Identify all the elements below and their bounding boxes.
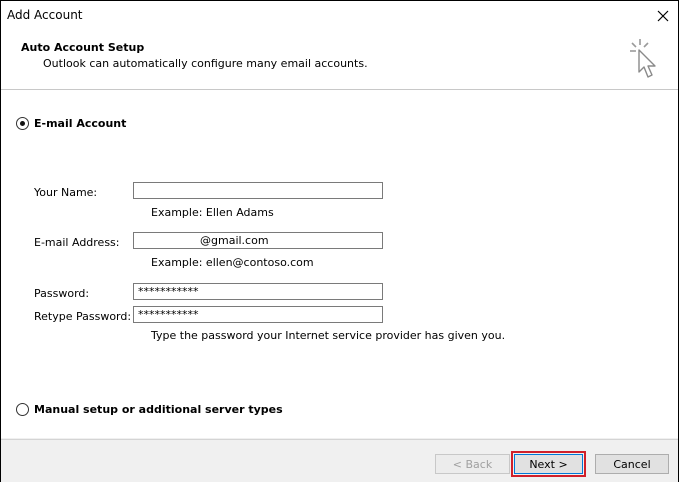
- close-button[interactable]: [648, 1, 678, 31]
- email-account-label: E-mail Account: [34, 117, 127, 130]
- retype-password-label: Retype Password:: [34, 310, 132, 323]
- manual-setup-label: Manual setup or additional server types: [34, 403, 283, 416]
- cursor-click-icon: [630, 39, 656, 78]
- your-name-label: Your Name:: [34, 186, 98, 199]
- password-label: Password:: [34, 287, 90, 300]
- retype-password-input[interactable]: ***********: [133, 306, 383, 323]
- manual-setup-option[interactable]: Manual setup or additional server types: [16, 403, 283, 416]
- header-title: Auto Account Setup: [21, 41, 145, 54]
- title-bar: Add Account: [1, 1, 678, 31]
- password-input[interactable]: ***********: [133, 283, 383, 300]
- your-name-input[interactable]: [133, 182, 383, 199]
- cancel-button[interactable]: Cancel: [595, 454, 669, 474]
- add-account-dialog: Add Account Auto Account Setup Outlook c…: [0, 0, 679, 482]
- manual-setup-radio[interactable]: [16, 403, 29, 416]
- email-account-radio[interactable]: [16, 117, 29, 130]
- email-account-option[interactable]: E-mail Account: [16, 117, 126, 130]
- password-hint: Type the password your Internet service …: [151, 329, 506, 342]
- your-name-hint: Example: Ellen Adams: [151, 206, 274, 219]
- email-address-input[interactable]: @gmail.com: [133, 232, 383, 249]
- back-button[interactable]: < Back: [435, 454, 510, 474]
- close-icon: [657, 10, 669, 22]
- wizard-content: E-mail Account Your Name: Example: Ellen…: [1, 90, 678, 438]
- header-subtitle: Outlook can automatically configure many…: [43, 57, 368, 70]
- email-address-hint: Example: ellen@contoso.com: [151, 256, 314, 269]
- wizard-header: Auto Account Setup Outlook can automatic…: [1, 31, 678, 90]
- wizard-footer: < Back Next > Cancel: [1, 439, 678, 482]
- next-button[interactable]: Next >: [511, 451, 586, 477]
- email-address-label: E-mail Address:: [34, 236, 120, 249]
- window-title: Add Account: [7, 8, 83, 22]
